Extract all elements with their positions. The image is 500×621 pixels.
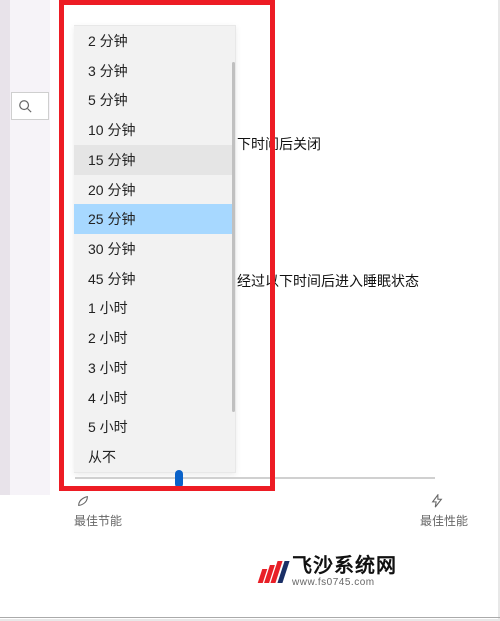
- dropdown-item-label: 1 小时: [88, 298, 128, 318]
- watermark-logo: [260, 561, 286, 583]
- dropdown-item-label: 4 小时: [88, 388, 128, 408]
- lightning-icon: [430, 494, 444, 508]
- power-mode-slider-thumb[interactable]: [175, 470, 183, 488]
- time-dropdown[interactable]: 2 分钟 3 分钟 5 分钟 10 分钟 15 分钟 20 分钟 25 分钟 30 分钟 45 …: [74, 25, 236, 473]
- dropdown-item-label: 25 分钟: [88, 209, 135, 229]
- dropdown-item[interactable]: 20 分钟: [74, 175, 235, 205]
- settings-side-panel: [10, 0, 50, 495]
- dropdown-item-label: 30 分钟: [88, 239, 135, 259]
- dropdown-item[interactable]: 5 分钟: [74, 85, 235, 115]
- dropdown-item-label: 3 分钟: [88, 61, 128, 81]
- dropdown-item-label: 5 分钟: [88, 90, 128, 110]
- dropdown-item-label: 2 分钟: [88, 31, 128, 51]
- dropdown-item-label: 2 小时: [88, 328, 128, 348]
- dropdown-item[interactable]: 1 小时: [74, 294, 235, 324]
- dropdown-item-label: 10 分钟: [88, 120, 135, 140]
- screen-off-label-fragment: 下时间后关闭: [237, 134, 321, 154]
- dropdown-item-label: 15 分钟: [88, 150, 135, 170]
- dropdown-item[interactable]: 25 分钟: [74, 204, 235, 234]
- dropdown-scrollbar[interactable]: [232, 62, 235, 412]
- dropdown-item[interactable]: 30 分钟: [74, 234, 235, 264]
- dropdown-item[interactable]: 2 小时: [74, 323, 235, 353]
- dropdown-item[interactable]: 3 小时: [74, 353, 235, 383]
- power-mode-slider-track[interactable]: [75, 477, 435, 479]
- watermark: 飞沙系统网 www.fs0745.com: [260, 556, 397, 588]
- search-icon: [18, 99, 32, 113]
- dropdown-item-label: 3 小时: [88, 358, 128, 378]
- dropdown-item[interactable]: 4 小时: [74, 383, 235, 413]
- power-mode-left-label: 最佳节能: [74, 512, 122, 529]
- dropdown-item-label: 45 分钟: [88, 269, 135, 289]
- dropdown-item-label: 从不: [88, 447, 116, 467]
- dropdown-item[interactable]: 5 小时: [74, 413, 235, 443]
- bottom-border-2: [0, 617, 500, 618]
- power-mode-right-label: 最佳性能: [420, 512, 468, 529]
- leaf-icon: [76, 494, 90, 508]
- dropdown-item[interactable]: 从不: [74, 442, 235, 472]
- watermark-name: 飞沙系统网: [292, 556, 397, 576]
- dropdown-item[interactable]: 2 分钟: [74, 26, 235, 56]
- watermark-url: www.fs0745.com: [292, 578, 397, 588]
- dropdown-item-label: 20 分钟: [88, 180, 135, 200]
- dropdown-item[interactable]: 45 分钟: [74, 264, 235, 294]
- dropdown-item[interactable]: 10 分钟: [74, 115, 235, 145]
- sleep-after-label-fragment: 经过以下时间后进入睡眠状态: [237, 271, 419, 291]
- left-edge-strip: [0, 0, 10, 495]
- dropdown-item[interactable]: 15 分钟: [74, 145, 235, 175]
- dropdown-item[interactable]: 3 分钟: [74, 56, 235, 86]
- dropdown-item-label: 5 小时: [88, 417, 128, 437]
- search-input[interactable]: [11, 92, 49, 120]
